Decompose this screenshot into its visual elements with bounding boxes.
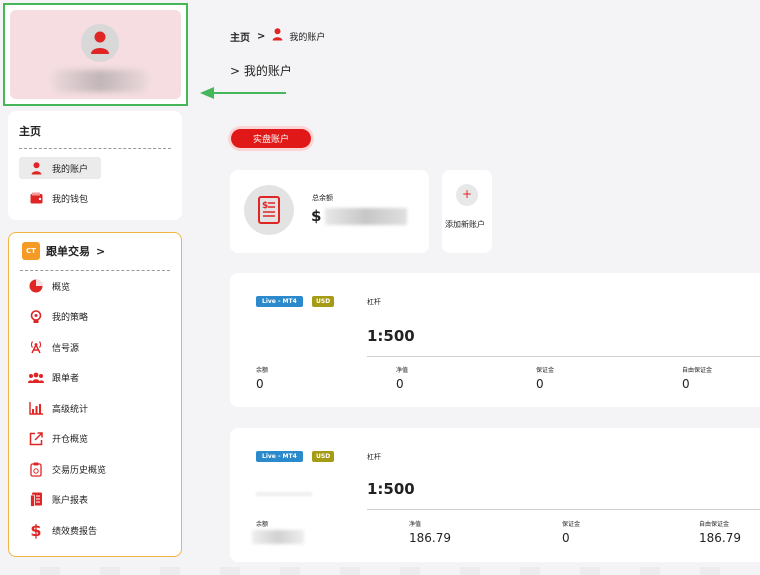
leverage-label: 杠杆 xyxy=(367,453,381,461)
add-account-button[interactable]: + 添加新账户 xyxy=(442,170,492,253)
currency-badge: USD xyxy=(312,451,335,462)
sidebar-item-advanced-stats[interactable]: 高级统计 xyxy=(20,393,170,424)
external-link-icon xyxy=(28,432,44,446)
home-menu: 主页 我的账户 我的钱包 xyxy=(8,111,182,220)
free-margin-value: 0 xyxy=(682,377,690,391)
equity-value: 186.79 xyxy=(409,531,451,545)
breadcrumb: 主页 > 我的账户 xyxy=(230,28,325,44)
dollar-icon: $ xyxy=(30,520,42,540)
divider xyxy=(367,356,760,357)
total-balance-card: $ 总余额 $ xyxy=(230,170,429,253)
tab-real-accounts[interactable]: 实盘账户 xyxy=(231,129,312,148)
sidebar-item-label: 交易历史概览 xyxy=(52,465,107,476)
divider xyxy=(367,509,760,510)
report-icon xyxy=(28,492,44,508)
account-number-blurred xyxy=(256,492,312,496)
sidebar-item-label: 绩效费报告 xyxy=(52,526,98,537)
balance-value: 0 xyxy=(256,377,264,391)
user-icon xyxy=(29,161,43,175)
margin-label: 保证金 xyxy=(536,367,555,374)
bar-chart-icon xyxy=(28,401,44,415)
copy-trading-header[interactable]: CT 跟单交易 > xyxy=(20,241,170,261)
free-margin-value: 186.79 xyxy=(699,531,741,545)
sidebar-item-my-account[interactable]: 我的账户 xyxy=(19,157,101,179)
profile-card xyxy=(3,3,188,106)
sidebar-item-label: 信号源 xyxy=(52,343,80,354)
currency-badge: USD xyxy=(312,296,335,307)
margin-label: 保证金 xyxy=(562,521,581,528)
sidebar-item-label: 我的钱包 xyxy=(52,194,89,205)
sidebar-item-trade-history[interactable]: 交易历史概览 xyxy=(20,454,170,485)
invoice-icon: $ xyxy=(244,185,294,235)
history-icon xyxy=(28,462,44,477)
balance-label: 余额 xyxy=(256,367,269,374)
home-title[interactable]: 主页 xyxy=(19,123,171,149)
equity-label: 净值 xyxy=(409,521,422,528)
profile-panel xyxy=(10,10,181,99)
breadcrumb-home[interactable]: 主页 xyxy=(230,29,250,44)
leverage-value: 1:500 xyxy=(367,480,415,498)
sidebar-item-label: 开仓概览 xyxy=(52,435,89,446)
sidebar-item-label: 概览 xyxy=(52,282,71,293)
total-balance-label: 总余额 xyxy=(312,194,333,202)
sidebar-item-followers[interactable]: 跟单者 xyxy=(20,363,170,394)
add-account-label: 添加新账户 xyxy=(445,220,485,229)
user-icon xyxy=(91,31,109,54)
account-type-badge: Live - MT4 xyxy=(256,451,303,462)
sidebar-item-overview[interactable]: 概览 xyxy=(20,271,170,302)
sidebar-item-performance-fee[interactable]: $ 绩效费报告 xyxy=(20,515,170,546)
page-title: > 我的账户 xyxy=(230,64,292,78)
currency-symbol: $ xyxy=(311,207,322,225)
sidebar-item-my-strategy[interactable]: 我的策略 xyxy=(20,302,170,333)
balance-label: 余额 xyxy=(256,521,269,528)
sidebar-item-label: 账户报表 xyxy=(52,496,89,507)
equity-value: 0 xyxy=(396,377,404,391)
group-icon xyxy=(28,372,44,384)
signal-tower-icon xyxy=(28,340,44,354)
user-icon xyxy=(272,28,283,44)
account-card[interactable]: Live - MT4 USD 杠杆 1:500 余额 净值 186.79 保证金… xyxy=(230,428,760,562)
account-type-badge: Live - MT4 xyxy=(256,296,303,307)
user-name-blurred xyxy=(52,70,148,92)
margin-value: 0 xyxy=(536,377,544,391)
leverage-label: 杠杆 xyxy=(367,298,381,306)
equity-label: 净值 xyxy=(396,367,409,374)
sidebar-item-label: 我的策略 xyxy=(52,313,89,324)
sidebar-item-open-positions[interactable]: 开仓概览 xyxy=(20,424,170,455)
leverage-value: 1:500 xyxy=(367,327,415,345)
copy-trading-menu: CT 跟单交易 > 概览 我的策略 信号源 跟单者 高级统计 开仓概览 交易历史… xyxy=(8,232,182,557)
free-margin-label: 自由保证金 xyxy=(699,521,730,528)
margin-value: 0 xyxy=(562,531,570,545)
svg-text:$: $ xyxy=(262,201,268,211)
pie-chart-icon xyxy=(28,279,44,293)
free-margin-label: 自由保证金 xyxy=(682,367,713,374)
sidebar-item-account-report[interactable]: 账户报表 xyxy=(20,485,170,516)
sidebar-item-label: 高级统计 xyxy=(52,404,89,415)
copy-trading-title: 跟单交易 xyxy=(46,245,90,258)
sidebar-item-my-wallet[interactable]: 我的钱包 xyxy=(19,187,171,209)
sidebar-item-label: 跟单者 xyxy=(52,374,80,385)
account-card[interactable]: Live - MT4 USD 杠杆 1:500 余额 0 净值 0 保证金 0 … xyxy=(230,273,760,407)
lightbulb-icon xyxy=(28,309,44,324)
chevron-right-icon: > xyxy=(96,244,106,258)
wallet-icon xyxy=(29,192,43,204)
total-balance-value-blurred xyxy=(325,208,407,225)
sidebar-item-label: 我的账户 xyxy=(52,164,89,175)
plus-icon: + xyxy=(456,184,478,206)
copy-trading-logo-icon: CT xyxy=(22,242,40,260)
pointer-arrow-icon xyxy=(200,87,286,99)
breadcrumb-current: 我的账户 xyxy=(289,32,326,43)
footer-strip xyxy=(0,567,760,575)
balance-value-blurred xyxy=(252,530,304,544)
chevron-right-icon: > xyxy=(257,30,266,42)
sidebar-item-signal-source[interactable]: 信号源 xyxy=(20,332,170,363)
avatar[interactable] xyxy=(81,24,119,62)
